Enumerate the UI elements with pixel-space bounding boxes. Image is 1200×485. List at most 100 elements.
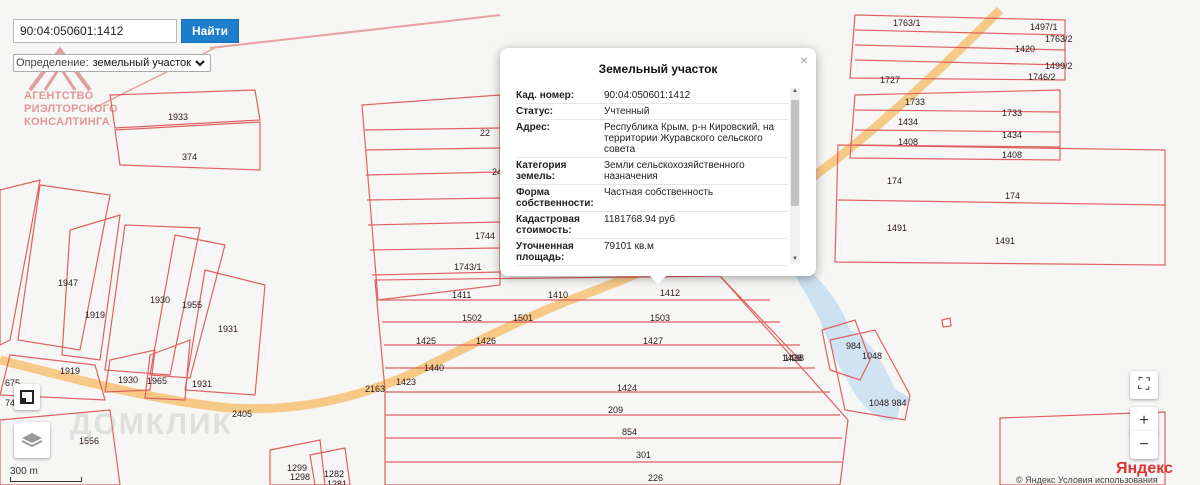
parcel-label: 1434	[1002, 130, 1023, 140]
parcel-label: 1933	[168, 112, 189, 122]
parcel-info-popup: × Земельный участок Кад. номер: 90:04:050…	[500, 48, 816, 276]
parcel-label: 1919	[85, 310, 106, 320]
parcel-label: 1746/2	[1028, 72, 1056, 82]
parcel-label: 1947	[58, 278, 79, 288]
parcel-label: 1501	[513, 313, 534, 323]
parcel-label: 1930	[150, 295, 171, 305]
info-row: Статус: Учтенный	[516, 104, 788, 120]
terms-link[interactable]: © Яндекс Условия использования	[1016, 475, 1158, 485]
parcel-label: 1763/1	[893, 18, 921, 28]
popup-title: Земельный участок	[598, 62, 718, 76]
parcel-label: 2405	[232, 409, 253, 419]
parcel-label: 1424	[617, 383, 638, 393]
parcel-label: 1763/2	[1045, 34, 1073, 44]
logo-line-3: КОНСАЛТИНГА	[24, 116, 111, 128]
info-row: Кад. номер: 90:04:050601:1412	[516, 88, 788, 104]
info-key: Уточненная площадь:	[516, 241, 574, 263]
fullscreen-icon[interactable]: ⛶	[1130, 371, 1158, 399]
info-value: Учтенный	[604, 106, 650, 117]
info-value: 79101 кв.м	[604, 241, 654, 252]
parcel-label: 1744	[475, 231, 496, 241]
definition-selector: Определение: земельный участок	[13, 54, 211, 72]
map-canvas[interactable]: 1933 374 22 24 1744 1743/1 1411 1410 1412 1502 150…	[0, 0, 1200, 485]
scale-line	[10, 477, 82, 482]
parcel-label: 1410	[548, 290, 569, 300]
scroll-thumb[interactable]	[791, 100, 799, 206]
search-input[interactable]	[13, 19, 177, 43]
ruler-icon[interactable]	[14, 384, 40, 410]
popup-body[interactable]: Кад. номер: 90:04:050601:1412 Статус: Учтен…	[516, 88, 788, 266]
parcel-label: 1491	[995, 236, 1016, 246]
parcel-label: 1931	[218, 324, 239, 334]
parcel-label: 1491	[887, 223, 908, 233]
info-key: Кадастровая стоимость:	[516, 214, 580, 236]
parcel-label: 1427	[643, 336, 664, 346]
info-key: Адрес:	[516, 122, 550, 133]
info-value: 1181768.94 руб	[604, 214, 676, 225]
parcel-label: 1438	[784, 353, 805, 363]
parcel-label: 1497/1	[1030, 22, 1058, 32]
info-row: Уточненная площадь: 79101 кв.м	[516, 239, 788, 266]
logo-line-1: АГЕНТСТВО	[24, 90, 94, 102]
parcel-label: 1425	[416, 336, 437, 346]
search-button[interactable]: Найти	[181, 19, 239, 43]
parcel-label: 1408	[1002, 150, 1023, 160]
parcel-label: 1282	[324, 469, 345, 479]
parcel-label: 22	[480, 128, 491, 138]
info-value: 90:04:050601:1412	[604, 90, 691, 101]
parcel-label: 1727	[880, 75, 901, 85]
parcel-label: 1420	[1015, 44, 1036, 54]
definition-select[interactable]: земельный участок	[88, 56, 208, 70]
parcel-label: 174	[1005, 191, 1021, 201]
scroll-up-icon[interactable]: ▲	[791, 88, 799, 96]
parcel-label: 854	[622, 427, 638, 437]
parcel-label: 374	[182, 152, 198, 162]
watermark: ДОМКЛИК	[70, 408, 233, 441]
popup-scrollbar[interactable]: ▲ ▼	[790, 88, 800, 264]
parcel-label: 1281	[327, 479, 348, 485]
info-key: Статус:	[516, 106, 554, 117]
info-row: Категория земель: Земли сельскохозяйствен…	[516, 158, 788, 185]
parcel-label: 1919	[60, 366, 81, 376]
parcel-label: 1048 984	[869, 398, 907, 408]
parcel-label: 1426	[476, 336, 497, 346]
parcel-label: 1965	[147, 376, 168, 386]
parcel-label: 1434	[898, 117, 919, 127]
scale-label-meters: 300 m	[10, 466, 38, 477]
parcel-label: 1930	[118, 375, 139, 385]
zoom-out-button[interactable]: −	[1130, 431, 1158, 459]
info-row: Кадастровая стоимость: 1181768.94 руб	[516, 212, 788, 239]
info-key: Категория земель:	[516, 160, 567, 182]
info-value: Земли сельскохозяйственного назначения	[604, 160, 745, 182]
info-row: Форма собственности: Частная собственност…	[516, 185, 788, 212]
parcel-label: 1743/1	[454, 262, 482, 272]
parcel-label: 226	[648, 473, 664, 483]
definition-label: Определение:	[16, 57, 89, 69]
info-row: Адрес: Республика Крым, р-н Кировский, на…	[516, 120, 788, 158]
parcel-label: 1440	[424, 363, 445, 373]
info-key: Кад. номер:	[516, 90, 575, 101]
parcel-label: 1955	[182, 300, 203, 310]
parcel-label: 1733	[905, 97, 926, 107]
popup-pointer	[648, 274, 668, 284]
parcel-label: 301	[636, 450, 652, 460]
parcel-label: 1408	[898, 137, 919, 147]
search-bar: Найти	[13, 19, 239, 43]
info-value: Частная собственность	[604, 187, 714, 198]
parcel-label: 174	[887, 176, 903, 186]
parcel-label: 2163	[365, 384, 386, 394]
info-key: Форма собственности:	[516, 187, 594, 209]
parcel-label: 1733	[1002, 108, 1023, 118]
logo-line-2: РИЭЛТОРСКОГО	[24, 103, 118, 115]
layers-icon[interactable]	[14, 422, 50, 458]
parcel-label: 209	[608, 405, 624, 415]
parcel-label: 1502	[462, 313, 483, 323]
parcel-label: 1931	[192, 379, 213, 389]
scale-bar: 300 m	[10, 466, 82, 482]
parcel-label: 984	[846, 341, 862, 351]
parcel-label: 1298	[290, 472, 311, 482]
parcel-label: 1412	[660, 288, 681, 298]
parcel-label: 1503	[650, 313, 671, 323]
parcel-label: 1411	[452, 290, 472, 300]
scroll-down-icon[interactable]: ▼	[791, 256, 799, 264]
